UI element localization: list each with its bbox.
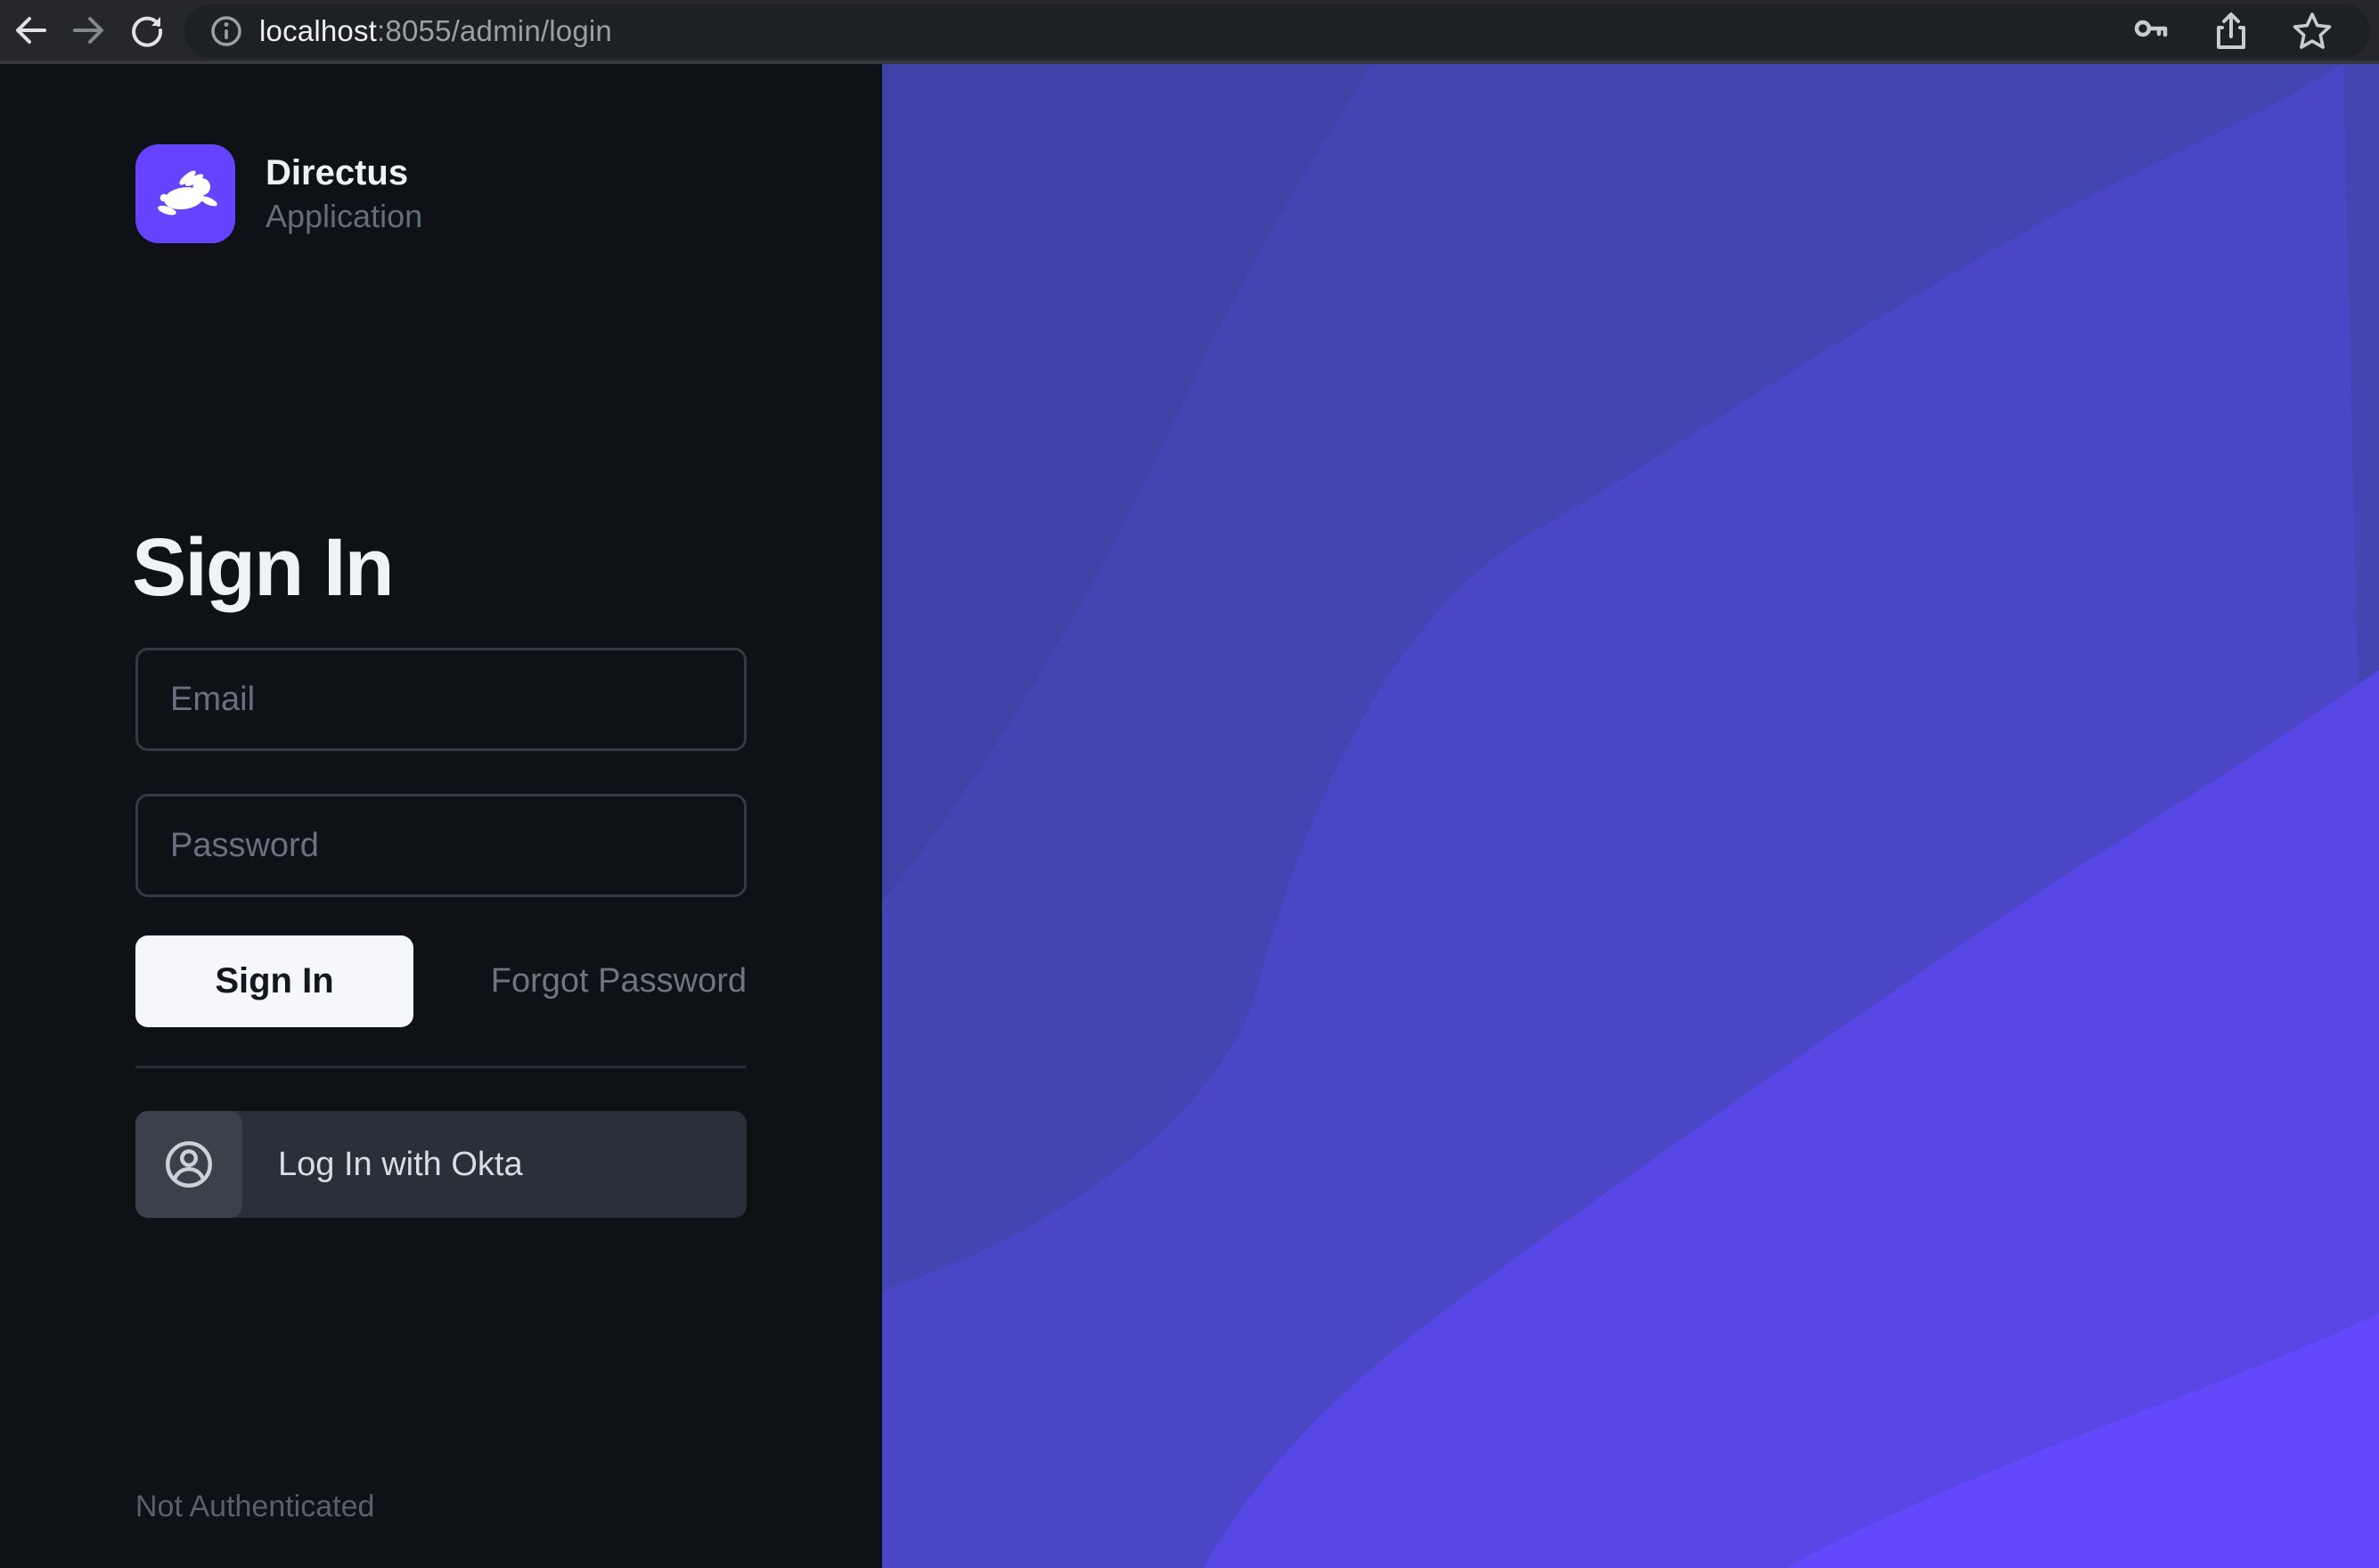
page-title: Sign In bbox=[132, 521, 756, 615]
login-panel: Directus Application Sign In Sign In For… bbox=[0, 64, 882, 1568]
okta-login-label: Log In with Okta bbox=[278, 1146, 523, 1184]
directus-rabbit-icon bbox=[147, 156, 224, 233]
brand-header: Directus Application bbox=[135, 144, 422, 243]
email-field[interactable] bbox=[135, 648, 747, 751]
back-arrow-icon bbox=[11, 10, 52, 51]
page-info-icon[interactable] bbox=[208, 12, 245, 50]
brand-title: Directus bbox=[266, 152, 422, 193]
auth-status-text: Not Authenticated bbox=[135, 1490, 374, 1524]
divider bbox=[135, 1066, 747, 1068]
directus-logo bbox=[135, 144, 235, 243]
account-circle-icon bbox=[161, 1137, 217, 1192]
forward-arrow-icon bbox=[68, 10, 109, 51]
forgot-password-link[interactable]: Forgot Password bbox=[491, 962, 747, 1000]
okta-icon-box bbox=[135, 1111, 242, 1218]
info-icon bbox=[208, 12, 245, 50]
background-art bbox=[882, 64, 2379, 1568]
share-icon[interactable] bbox=[2210, 10, 2252, 53]
password-key-icon[interactable] bbox=[2130, 10, 2172, 53]
stripe-art-svg bbox=[882, 64, 2379, 1568]
url-host: localhost bbox=[259, 14, 377, 47]
url-text: localhost:8055/admin/login bbox=[259, 14, 612, 48]
browser-toolbar: localhost:8055/admin/login bbox=[0, 0, 2379, 64]
back-button[interactable] bbox=[11, 10, 52, 51]
action-row: Sign In Forgot Password bbox=[135, 935, 747, 1027]
reload-button[interactable] bbox=[127, 10, 168, 51]
brand-subtitle: Application bbox=[266, 197, 422, 235]
url-bar[interactable]: localhost:8055/admin/login bbox=[184, 4, 2370, 58]
sign-in-button[interactable]: Sign In bbox=[135, 935, 413, 1027]
bookmark-star-icon[interactable] bbox=[2290, 9, 2334, 53]
forward-button[interactable] bbox=[68, 10, 109, 51]
reload-icon bbox=[127, 10, 168, 51]
login-page: Directus Application Sign In Sign In For… bbox=[0, 64, 2379, 1568]
url-path: :8055/admin/login bbox=[377, 14, 612, 47]
password-field[interactable] bbox=[135, 794, 747, 897]
okta-login-button[interactable]: Log In with Okta bbox=[135, 1111, 747, 1218]
